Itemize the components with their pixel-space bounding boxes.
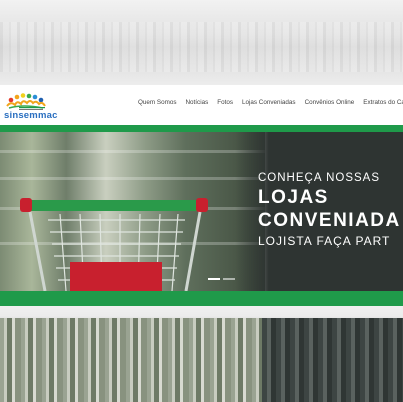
nav-item-fotos[interactable]: Fotos <box>217 99 233 106</box>
carousel-indicators <box>208 278 235 280</box>
supermarket-photo <box>0 132 265 291</box>
blurred-dark-panel <box>262 318 403 402</box>
hero-banner[interactable]: CONHEÇA NOSSAS LOJAS CONVENIADA LOJISTA … <box>0 132 403 291</box>
nav-item-lojas-conveniadas[interactable]: Lojas Conveniadas <box>242 99 296 106</box>
blurred-texture <box>0 22 403 72</box>
nav-item-quem-somos[interactable]: Quem Somos <box>138 99 177 106</box>
hero-line-4: LOJISTA FAÇA PART <box>258 234 391 248</box>
nav-item-not-cias[interactable]: Notícias <box>186 99 209 106</box>
carousel-dot-2[interactable] <box>223 278 235 280</box>
shopping-cart-icon <box>20 198 208 291</box>
carousel-dot-1[interactable] <box>208 278 220 280</box>
nav-item-conv-nios-online[interactable]: Convênios Online <box>305 99 355 106</box>
footer-green-band <box>0 291 403 306</box>
nav-item-extratos-do-cart-[interactable]: Extratos do Cartã <box>363 99 403 106</box>
header-green-stripe <box>0 125 403 132</box>
logo[interactable]: sinsemmac <box>3 92 58 122</box>
blurred-top-background <box>0 0 403 85</box>
hero-line-3: CONVENIADA <box>258 210 401 231</box>
main-nav: Quem Somos Notícias Fotos Lojas Conveniadas… <box>138 99 403 106</box>
hero-line-1: CONHEÇA NOSSAS <box>258 172 380 184</box>
hero-line-2: LOJAS <box>258 187 329 208</box>
blurred-bottom-background <box>0 306 403 402</box>
logo-text: sinsemmac <box>4 110 58 121</box>
